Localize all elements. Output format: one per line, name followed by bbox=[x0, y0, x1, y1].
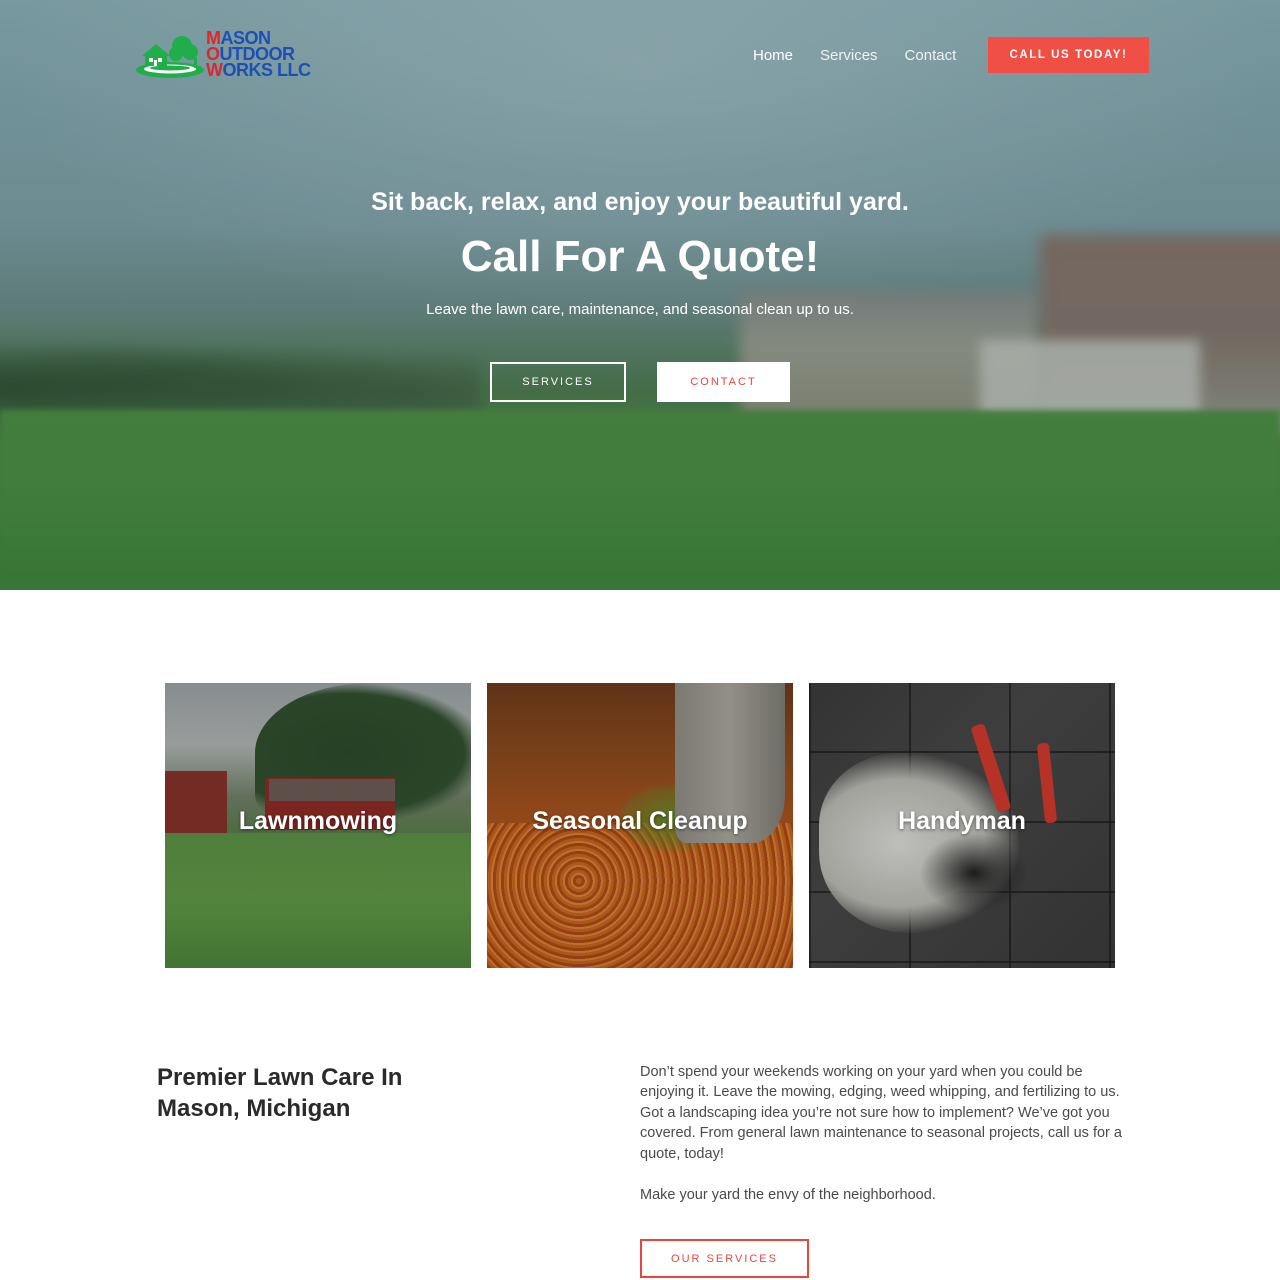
service-card-label: Handyman bbox=[898, 807, 1026, 835]
service-card-label: Lawnmowing bbox=[238, 807, 398, 835]
about-tagline: Make your yard the envy of the neighborh… bbox=[640, 1187, 936, 1203]
house-logo-icon bbox=[136, 36, 204, 78]
nav-home[interactable]: Home bbox=[753, 47, 793, 64]
nav-contact[interactable]: Contact bbox=[905, 47, 957, 64]
hero-description: Leave the lawn care, maintenance, and se… bbox=[426, 301, 854, 318]
hero-services-button[interactable]: SERVICES bbox=[490, 362, 626, 402]
service-card-seasonal-cleanup[interactable]: Seasonal Cleanup bbox=[487, 683, 793, 968]
hero-section: MASON OUTDOOR WORKS LLC Home Services Co… bbox=[0, 0, 1280, 590]
service-card-handyman[interactable]: Handyman bbox=[809, 683, 1115, 968]
hero-subtitle: Sit back, relax, and enjoy your beautifu… bbox=[371, 188, 909, 216]
site-logo[interactable]: MASON OUTDOOR WORKS LLC bbox=[134, 28, 314, 82]
hero-title: Call For A Quote! bbox=[460, 232, 820, 281]
logo-line-3: ORKS LLC bbox=[222, 60, 312, 80]
about-title: Premier Lawn Care In Mason, Michigan bbox=[157, 1062, 477, 1124]
hero-contact-button[interactable]: CONTACT bbox=[657, 362, 790, 402]
nav-services[interactable]: Services bbox=[820, 47, 878, 64]
service-card-label: Seasonal Cleanup bbox=[532, 807, 748, 835]
about-paragraph: Don’t spend your weekends working on you… bbox=[640, 1064, 1122, 1162]
service-card-lawnmowing[interactable]: Lawnmowing bbox=[165, 683, 471, 968]
main-nav: Home Services Contact bbox=[753, 44, 983, 66]
call-us-button[interactable]: CALL US TODAY! bbox=[988, 37, 1149, 73]
logo-wordmark: MASON OUTDOOR WORKS LLC bbox=[206, 28, 312, 80]
about-title-line-2: Mason, Michigan bbox=[157, 1095, 351, 1122]
about-title-line-1: Premier Lawn Care In bbox=[157, 1064, 403, 1091]
hero-overlay bbox=[0, 0, 1280, 590]
our-services-button[interactable]: OUR SERVICES bbox=[640, 1239, 809, 1278]
